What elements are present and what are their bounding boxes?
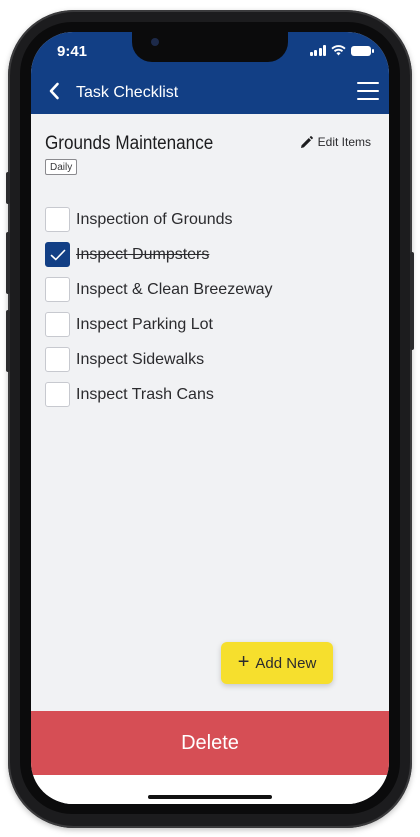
- side-button-mute: [6, 172, 10, 204]
- task-label: Inspect Parking Lot: [76, 315, 213, 333]
- add-new-label: Add New: [255, 654, 317, 672]
- top-bar: 9:41 Task Checklist: [31, 32, 389, 114]
- task-list: Inspection of Grounds Inspect Dumpsters In…: [45, 202, 365, 412]
- task-checkbox[interactable]: [45, 277, 70, 302]
- task-label: Inspection of Grounds: [76, 210, 233, 228]
- side-button-volume-up: [6, 232, 10, 294]
- add-new-button[interactable]: + Add New: [221, 642, 333, 684]
- task-checkbox[interactable]: [45, 242, 70, 267]
- task-item[interactable]: Inspect Parking Lot: [45, 307, 365, 342]
- side-button-power: [410, 252, 414, 350]
- checkmark-icon: [50, 249, 65, 260]
- back-button[interactable]: [43, 80, 65, 102]
- delete-button[interactable]: Delete: [31, 711, 389, 775]
- task-label: Inspect Sidewalks: [76, 350, 205, 368]
- task-label: Inspect & Clean Breezeway: [76, 280, 273, 298]
- home-indicator[interactable]: [148, 795, 272, 799]
- edit-items-label: Edit Items: [317, 135, 371, 149]
- task-checkbox[interactable]: [45, 382, 70, 407]
- page-title: Task Checklist: [76, 84, 179, 101]
- task-label: Inspect Dumpsters: [76, 245, 210, 263]
- task-checkbox[interactable]: [45, 347, 70, 372]
- delete-label: Delete: [181, 731, 239, 754]
- chevron-left-icon: [49, 82, 59, 100]
- task-checkbox[interactable]: [45, 207, 70, 232]
- frequency-badge: Daily: [45, 159, 78, 175]
- task-item[interactable]: Inspect Trash Cans: [45, 377, 365, 412]
- checklist-title: Grounds Maintenance: [45, 133, 214, 154]
- task-checkbox[interactable]: [45, 312, 70, 337]
- task-label: Inspect Trash Cans: [76, 385, 214, 403]
- task-item[interactable]: Inspection of Grounds: [45, 202, 365, 237]
- edit-items-button[interactable]: Edit Items: [300, 135, 371, 149]
- task-item[interactable]: Inspect & Clean Breezeway: [45, 272, 365, 307]
- status-time: 9:41: [57, 43, 88, 60]
- wifi-icon: [331, 45, 346, 56]
- front-camera: [151, 38, 159, 46]
- app-screen: 9:41 Task Checklist Grounds Maintenance …: [31, 32, 389, 804]
- battery-icon: [351, 45, 374, 56]
- cellular-signal-icon: [309, 45, 326, 56]
- notch: [132, 32, 288, 62]
- task-item[interactable]: Inspect Dumpsters: [45, 237, 365, 272]
- bottom-safe-area: [31, 775, 389, 804]
- side-button-volume-down: [6, 310, 10, 372]
- status-icons: [309, 45, 374, 56]
- task-item[interactable]: Inspect Sidewalks: [45, 342, 365, 377]
- plus-icon: +: [237, 651, 250, 673]
- hamburger-menu-icon[interactable]: [357, 82, 379, 100]
- pencil-icon: [300, 135, 313, 148]
